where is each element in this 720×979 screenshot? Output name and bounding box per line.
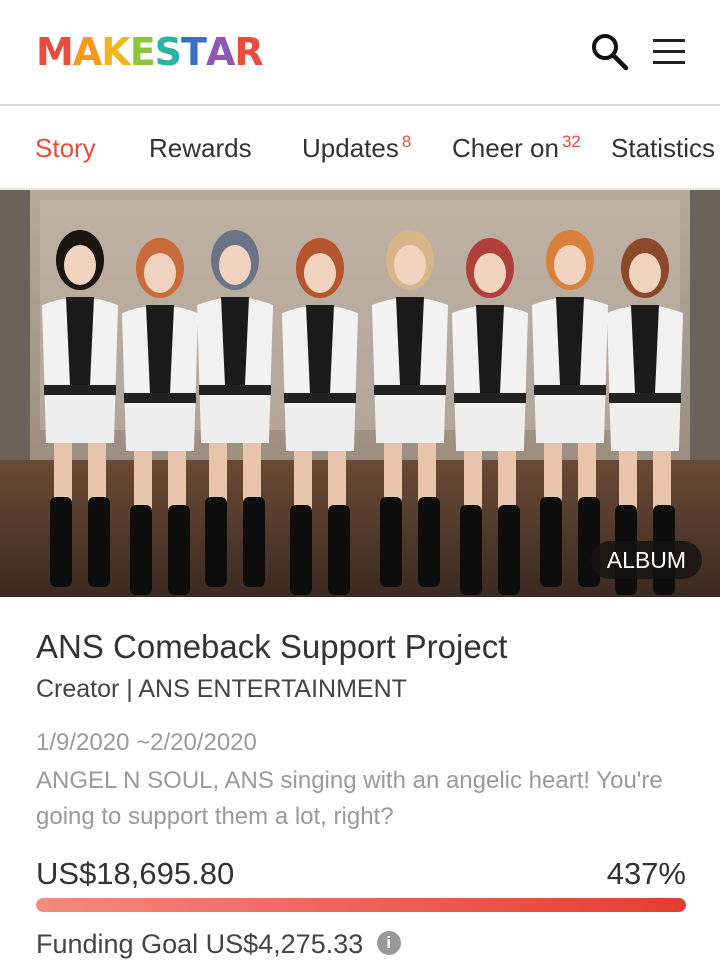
funded-amount: US$18,695.80 bbox=[36, 856, 235, 891]
funding-goal-label: Funding Goal bbox=[36, 929, 199, 959]
logo-letter: M bbox=[36, 30, 74, 74]
funded-percent: 437% bbox=[606, 856, 686, 891]
tab-rewards[interactable]: Rewards bbox=[149, 132, 252, 164]
info-icon[interactable]: i bbox=[376, 930, 401, 955]
logo-letter: A bbox=[72, 30, 102, 74]
logo-letter: E bbox=[129, 30, 156, 74]
search-icon[interactable] bbox=[588, 30, 632, 74]
creator-line[interactable]: Creator | ANS ENTERTAINMENT bbox=[36, 673, 407, 705]
updates-count-badge: 8 bbox=[401, 132, 412, 151]
funding-goal: Funding Goal US$4,275.33 i bbox=[36, 926, 401, 962]
logo-letter: R bbox=[234, 30, 263, 74]
app-header: MAKESTAR bbox=[0, 0, 720, 106]
tab-statistics[interactable]: Statistics bbox=[611, 132, 715, 164]
logo-letter: K bbox=[101, 30, 130, 74]
logo-letter: S bbox=[154, 30, 182, 74]
project-title: ANS Comeback Support Project bbox=[36, 628, 508, 665]
cheer-count-badge: 32 bbox=[561, 132, 581, 151]
logo-letter: T bbox=[181, 30, 207, 74]
tab-cheer-on[interactable]: Cheer on 32 bbox=[452, 132, 581, 164]
project-tabs: Story Rewards Updates 8 Cheer on 32 Statis… bbox=[0, 106, 720, 190]
logo-letter: A bbox=[205, 30, 235, 74]
tab-story[interactable]: Story bbox=[35, 132, 96, 164]
funding-progress-fill bbox=[36, 898, 686, 912]
tab-updates[interactable]: Updates 8 bbox=[302, 132, 411, 164]
makestar-logo[interactable]: MAKESTAR bbox=[36, 30, 264, 74]
hamburger-menu-icon[interactable] bbox=[648, 30, 692, 74]
category-badge: ALBUM bbox=[590, 541, 702, 579]
funding-progress-bar bbox=[36, 898, 686, 912]
cover-illustration bbox=[0, 190, 720, 597]
project-dates: 1/9/2020 ~2/20/2020 bbox=[36, 729, 257, 756]
project-cover-image[interactable]: ALBUM bbox=[0, 190, 720, 597]
project-description: ANGEL N SOUL, ANS singing with an angeli… bbox=[36, 767, 663, 830]
funding-goal-amount: US$4,275.33 bbox=[205, 929, 364, 959]
